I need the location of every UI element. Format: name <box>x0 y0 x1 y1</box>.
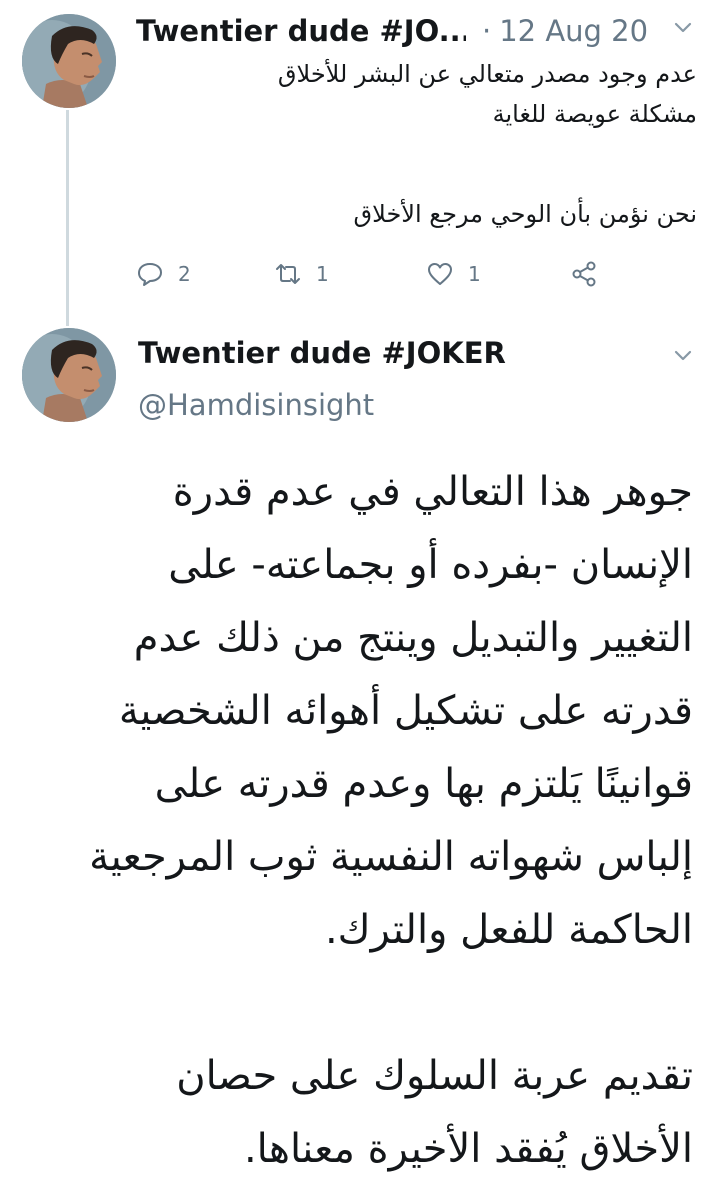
avatar-portrait <box>22 328 116 422</box>
like-button[interactable]: 1 <box>426 256 481 292</box>
tweet-text-line: عدم وجود مصدر متعالي عن البشر للأخلاق <box>277 60 697 88</box>
tweet-actions: 2 1 1 <box>136 256 616 292</box>
tweet-text-line: إلباس شهواته النفسية ثوب المرجعية <box>89 834 693 880</box>
tweet-text-line: مشكلة عويصة للغاية <box>492 100 697 128</box>
author-name[interactable]: Twentier dude #JO... <box>136 14 466 48</box>
tweet-text-line: نحن نؤمن بأن الوحي مرجع الأخلاق <box>353 200 697 228</box>
author-name[interactable]: Twentier dude #JOKER <box>138 336 506 370</box>
chevron-down-icon[interactable] <box>672 344 694 366</box>
tweet-date[interactable]: · 12 Aug 20 <box>482 14 648 48</box>
author-handle[interactable]: @Hamdisinsight <box>138 388 374 422</box>
like-count: 1 <box>468 262 481 286</box>
tweet-text-line: تقديم عربة السلوك على حصان <box>176 1053 693 1099</box>
tweet-text-line: جوهر هذا التعالي في عدم قدرة <box>172 469 693 515</box>
avatar[interactable] <box>22 328 116 422</box>
tweet-text-line: التغيير والتبديل وينتج من ذلك عدم <box>133 615 693 661</box>
chevron-down-icon[interactable] <box>672 16 694 38</box>
reply-icon <box>138 263 162 286</box>
retweet-button[interactable]: 1 <box>274 256 329 292</box>
reply-tweet-header: Twentier dude #JO... · 12 Aug 20 <box>136 6 706 56</box>
separator-dot: · <box>482 14 492 48</box>
avatar[interactable] <box>22 14 116 108</box>
avatar-portrait <box>22 14 116 108</box>
retweet-icon <box>276 264 300 284</box>
tweet-date-text: 12 Aug 20 <box>499 14 649 48</box>
tweet-text-line: قوانينًا يَلتزم بها وعدم قدرته على <box>154 761 693 807</box>
tweet-text-line: الإنسان -بفرده أو بجماعته- على <box>168 542 693 588</box>
reply-count: 2 <box>178 262 191 286</box>
tweet-text-line: قدرته على تشكيل أهوائه الشخصية <box>118 688 693 734</box>
retweet-count: 1 <box>316 262 329 286</box>
thread-connector-line <box>66 110 69 326</box>
share-icon <box>572 261 596 287</box>
reply-button[interactable]: 2 <box>136 256 191 292</box>
tweet-text-line: الحاكمة للفعل والترك. <box>324 907 693 953</box>
main-tweet-text: جوهر هذا التعالي في عدم قدرة الإنسان -بف… <box>13 456 693 1186</box>
reply-tweet-text: عدم وجود مصدر متعالي عن البشر للأخلاق مش… <box>137 54 697 234</box>
like-icon <box>428 263 452 285</box>
tweet-text-line: الأخلاق يُفقد الأخيرة معناها. <box>243 1126 693 1172</box>
share-button[interactable] <box>570 256 612 292</box>
